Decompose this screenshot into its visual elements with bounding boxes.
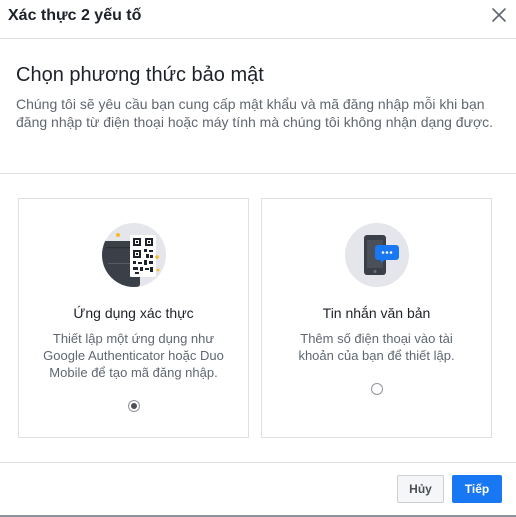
divider <box>0 173 516 174</box>
section-heading: Chọn phương thức bảo mật <box>16 64 264 86</box>
phone-message-icon <box>345 223 409 287</box>
option-card-authenticator-app[interactable]: Ứng dụng xác thực Thiết lập một ứng dụng… <box>18 198 249 438</box>
option-description: Thiết lập một ứng dụng như Google Authen… <box>43 331 224 380</box>
cancel-button[interactable]: Hủy <box>397 475 444 503</box>
dialog-title: Xác thực 2 yếu tố <box>8 7 142 24</box>
next-button[interactable]: Tiếp <box>452 475 502 503</box>
radio-text-message[interactable] <box>371 383 383 395</box>
two-factor-dialog: Xác thực 2 yếu tố Chọn phương thức bảo m… <box>0 0 516 517</box>
section-description: Chúng tôi sẽ yêu cầu bạn cung cấp mật kh… <box>16 96 494 130</box>
option-card-text-message[interactable]: Tin nhắn văn bản Thêm số điện thoại vào … <box>261 198 492 438</box>
option-title: Tin nhắn văn bản <box>322 305 431 321</box>
dialog-header: Xác thực 2 yếu tố <box>0 0 516 39</box>
close-button[interactable] <box>491 7 507 23</box>
option-title: Ứng dụng xác thực <box>73 305 194 321</box>
radio-authenticator-app[interactable] <box>128 400 140 412</box>
divider <box>0 462 516 463</box>
option-description: Thêm số điện thoại vào tài khoản của bạn… <box>298 331 455 363</box>
close-icon <box>492 8 506 22</box>
intro-section: Chọn phương thức bảo mật Chúng tôi sẽ yê… <box>16 62 500 131</box>
authenticator-app-qr-icon <box>102 223 166 287</box>
